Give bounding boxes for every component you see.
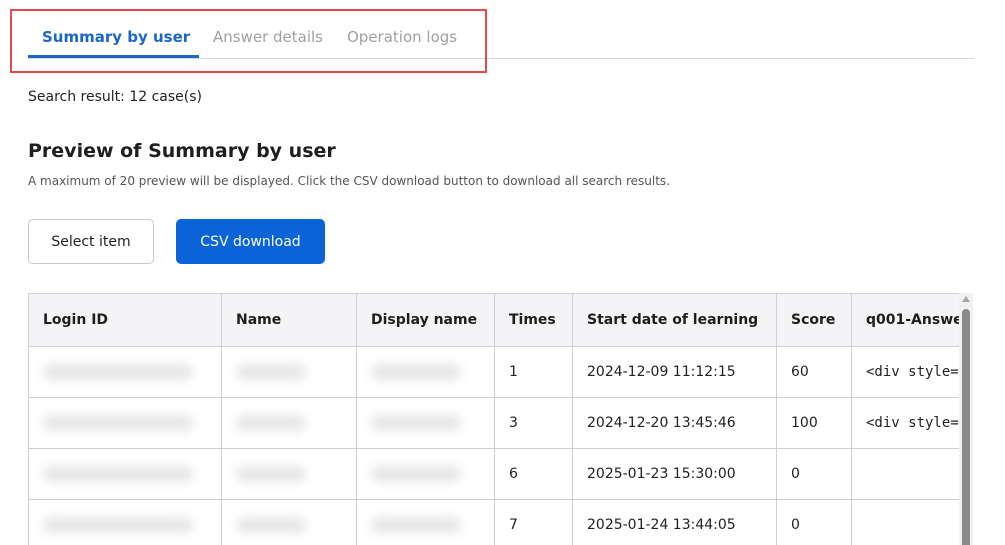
redacted-login-id [43,415,193,431]
header-score[interactable]: Score [776,293,852,347]
redacted-display-name [371,364,461,380]
csv-download-button[interactable]: CSV download [176,219,325,264]
redacted-login-id [43,517,193,533]
redacted-name [236,364,306,380]
cell-start-date: 2024-12-09 11:12:15 [572,346,777,398]
cell-display-name [356,448,495,500]
header-name[interactable]: Name [221,293,357,347]
cell-score: 100 [776,397,852,449]
redacted-name [236,466,306,482]
redacted-name [236,415,306,431]
header-times[interactable]: Times [494,293,573,347]
cell-times: 7 [494,499,573,545]
table-row: 3 2024-12-20 13:45:46 100 <div style="co… [28,397,959,449]
cell-start-date: 2024-12-20 13:45:46 [572,397,777,449]
scrollbar-thumb[interactable] [962,309,970,545]
cell-q001-answer [851,499,959,545]
cell-login-id [28,397,222,449]
cell-login-id [28,499,222,545]
header-q001-answer[interactable]: q001-Answer [851,293,959,347]
preview-title: Preview of Summary by user [28,140,336,162]
summary-table: Login ID Name Display name Times Start d… [28,293,959,545]
preview-note: A maximum of 20 preview will be displaye… [28,174,670,188]
search-result-count: Search result: 12 case(s) [28,89,202,105]
cell-display-name [356,397,495,449]
tab-answer-details[interactable]: Answer details [213,28,323,46]
cell-start-date: 2025-01-24 13:44:05 [572,499,777,545]
tab-summary-by-user[interactable]: Summary by user [42,28,190,46]
cell-name [221,499,357,545]
cell-login-id [28,448,222,500]
cell-start-date: 2025-01-23 15:30:00 [572,448,777,500]
tab-bar: Summary by user Answer details Operation… [28,0,974,59]
redacted-login-id [43,466,193,482]
cell-score: 60 [776,346,852,398]
active-tab-indicator [28,55,199,58]
cell-times: 6 [494,448,573,500]
cell-times: 3 [494,397,573,449]
cell-display-name [356,499,495,545]
cell-display-name [356,346,495,398]
table-header-row: Login ID Name Display name Times Start d… [28,293,959,347]
header-start-date[interactable]: Start date of learning [572,293,777,347]
redacted-display-name [371,517,461,533]
header-login-id[interactable]: Login ID [28,293,222,347]
table-row: 7 2025-01-24 13:44:05 0 [28,499,959,545]
scroll-up-arrow-icon[interactable] [962,296,970,302]
header-display-name[interactable]: Display name [356,293,495,347]
summary-page: Summary by user Answer details Operation… [0,0,1005,545]
cell-score: 0 [776,448,852,500]
redacted-display-name [371,466,461,482]
redacted-name [236,517,306,533]
cell-times: 1 [494,346,573,398]
cell-score: 0 [776,499,852,545]
summary-table-container: Login ID Name Display name Times Start d… [28,293,959,545]
table-row: 6 2025-01-23 15:30:00 0 [28,448,959,500]
cell-name [221,346,357,398]
cell-q001-answer [851,448,959,500]
table-scrollbar[interactable] [959,293,973,545]
cell-name [221,397,357,449]
cell-q001-answer: <div style="color [851,397,959,449]
cell-login-id [28,346,222,398]
table-row: 1 2024-12-09 11:12:15 60 <div style="col… [28,346,959,398]
cell-q001-answer: <div style="color [851,346,959,398]
tab-operation-logs[interactable]: Operation logs [347,28,457,46]
select-item-button[interactable]: Select item [28,219,154,264]
redacted-display-name [371,415,461,431]
redacted-login-id [43,364,193,380]
cell-name [221,448,357,500]
